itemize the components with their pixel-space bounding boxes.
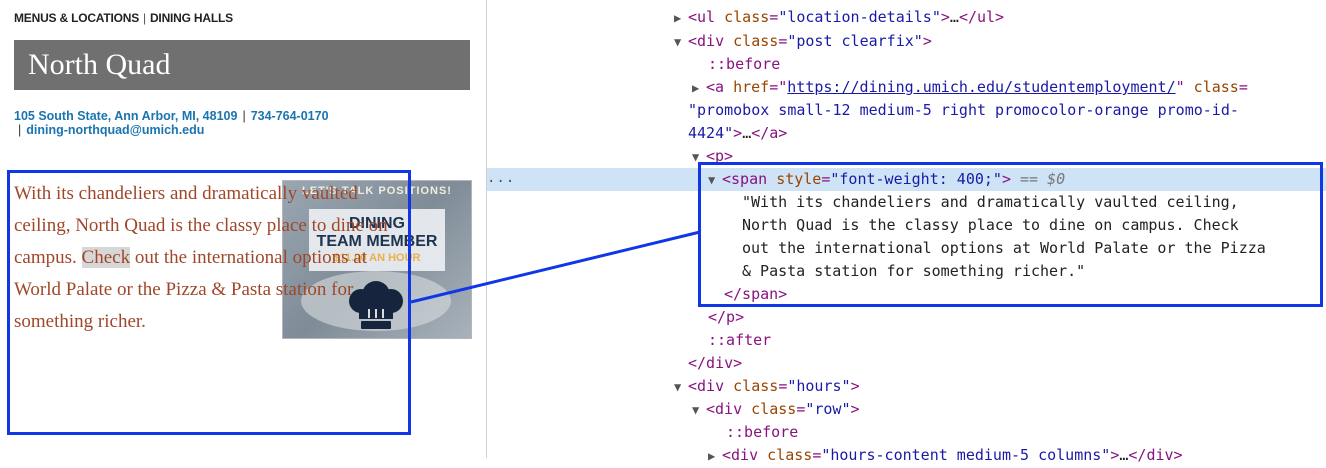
address-link[interactable]: 105 South State, Ann Arbor, MI, 48109 bbox=[14, 109, 237, 123]
webpage-panel: MENUS & LOCATIONS | DINING HALLS North Qua… bbox=[0, 0, 486, 458]
node-hours-content[interactable]: ▶ <div class="hours-content medium-5 colu… bbox=[708, 444, 1183, 468]
node-text-line1: "With its chandeliers and dramatically v… bbox=[742, 193, 1239, 211]
node-text-line2: North Quad is the classy place to dine o… bbox=[742, 216, 1239, 234]
collapse-triangle-icon[interactable]: ▼ bbox=[692, 146, 706, 169]
page-title: North Quad bbox=[28, 48, 171, 81]
description-highlight: Check bbox=[81, 247, 131, 268]
expand-triangle-icon[interactable]: ▶ bbox=[692, 77, 706, 100]
node-div-row[interactable]: ▼ <div class="row"> bbox=[692, 398, 860, 422]
email-link[interactable]: dining-northquad@umich.edu bbox=[26, 123, 204, 137]
collapse-triangle-icon[interactable]: ▼ bbox=[674, 376, 688, 399]
breadcrumb-menus-locations[interactable]: MENUS & LOCATIONS bbox=[14, 11, 139, 25]
devtools-elements-panel: ··· ▶ <ul class="location-details">…</ul>… bbox=[487, 0, 1326, 464]
more-options-icon[interactable]: ··· bbox=[487, 171, 515, 194]
breadcrumb-dining-halls[interactable]: DINING HALLS bbox=[150, 11, 233, 25]
collapse-triangle-icon[interactable]: ▼ bbox=[692, 399, 706, 422]
node-a-class-line1: "promobox small-12 medium-5 right promoc… bbox=[688, 101, 1239, 119]
node-p[interactable]: ▼ <p> bbox=[692, 145, 733, 169]
node-a-class-line2: 4424">…</a> bbox=[688, 124, 788, 142]
node-ul-location-details[interactable]: ▶ <ul class="location-details">…</ul> bbox=[674, 6, 1004, 30]
node-after-pseudo[interactable]: ::after bbox=[708, 329, 771, 352]
email-line: | dining-northquad@umich.edu bbox=[14, 123, 329, 137]
phone-link[interactable]: 734-764-0170 bbox=[251, 109, 329, 123]
description-text: With its chandeliers and dramatically va… bbox=[14, 178, 409, 338]
location-details: 105 South State, Ann Arbor, MI, 48109 | 73… bbox=[14, 109, 329, 137]
node-row-before[interactable]: ::before bbox=[726, 421, 798, 444]
node-div-hours[interactable]: ▼ <div class="hours"> bbox=[674, 375, 860, 399]
node-div-post-clearfix[interactable]: ▼ <div class="post clearfix"> bbox=[674, 30, 932, 54]
breadcrumb: MENUS & LOCATIONS | DINING HALLS bbox=[14, 11, 233, 25]
collapse-triangle-icon[interactable]: ▼ bbox=[674, 31, 688, 54]
breadcrumb-separator: | bbox=[143, 11, 146, 25]
expand-triangle-icon[interactable]: ▶ bbox=[708, 445, 722, 468]
email-separator: | bbox=[18, 123, 22, 137]
collapse-triangle-icon[interactable]: ▼ bbox=[708, 169, 722, 192]
node-span-close[interactable]: </span> bbox=[724, 283, 787, 306]
node-span-selected[interactable]: ▼ <span style="font-weight: 400;"> == $0 bbox=[708, 168, 1065, 192]
node-a-promobox[interactable]: ▶ <a href="https://dining.umich.edu/stude… bbox=[692, 76, 1248, 100]
expand-triangle-icon[interactable]: ▶ bbox=[674, 7, 688, 30]
node-text-line4: & Pasta station for something richer." bbox=[742, 262, 1086, 280]
node-before-pseudo[interactable]: ::before bbox=[708, 53, 780, 76]
node-text-line3: out the international options at World P… bbox=[742, 239, 1266, 257]
page-title-bar: North Quad bbox=[14, 40, 470, 90]
address-separator: | bbox=[242, 109, 246, 123]
node-p-close[interactable]: </p> bbox=[708, 306, 744, 329]
node-div-close[interactable]: </div> bbox=[688, 352, 742, 375]
